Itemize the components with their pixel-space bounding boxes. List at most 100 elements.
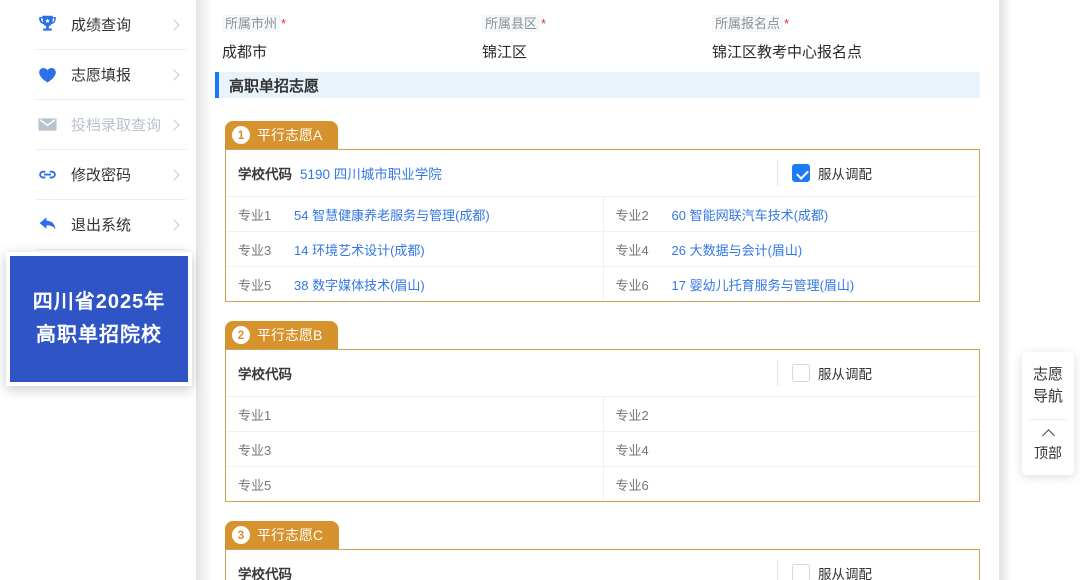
sidebar-item-change-password[interactable]: 修改密码 <box>0 150 196 199</box>
major-label: 专业2 <box>615 407 649 423</box>
card-b-tab: 2 平行志愿B <box>225 321 339 349</box>
vertical-divider <box>777 160 778 186</box>
major-cell: 专业6 <box>602 466 979 501</box>
sidebar-item-label: 投档录取查询 <box>71 117 162 134</box>
chevron-right-icon <box>168 218 180 231</box>
school-code-label: 学校代码 <box>238 567 292 580</box>
banner-line1: 四川省2025年 <box>32 291 166 313</box>
back-to-top-button[interactable]: 顶部 <box>1022 429 1074 463</box>
card-title: 平行志愿C <box>257 527 324 543</box>
major-value[interactable]: 38 数字媒体技术(眉山) <box>294 275 591 294</box>
obey-label: 服从调配 <box>818 367 872 382</box>
school-code-label: 学校代码 <box>238 167 292 182</box>
school-code-row: 学校代码 服从调配 <box>226 350 979 396</box>
major-value[interactable]: 26 大数据与会计(眉山) <box>672 240 968 259</box>
major-cell: 专业1 <box>226 396 603 431</box>
obey-label: 服从调配 <box>818 567 872 580</box>
school-code-row: 学校代码 5190 四川城市职业学院 服从调配 <box>226 150 979 196</box>
vertical-divider <box>777 560 778 580</box>
city-field-value[interactable]: 成都市 <box>222 41 482 62</box>
page: 成绩查询 志愿填报 投档录取查询 修改密码 退出系统 四川省2025年 高职单招… <box>0 0 1080 580</box>
vertical-divider <box>777 360 778 386</box>
required-asterisk: * <box>541 16 547 31</box>
parallel-choice-card-c: 3 平行志愿C 学校代码 服从调配 <box>225 521 980 580</box>
registration-point-field-value[interactable]: 锦江区教考中心报名点 <box>712 41 862 62</box>
chevron-right-icon <box>168 68 180 81</box>
major-value[interactable] <box>672 442 968 456</box>
school-code-label: 学校代码 <box>238 367 292 382</box>
major-value[interactable] <box>672 407 968 421</box>
major-label: 专业3 <box>238 442 272 458</box>
floating-nav: 志愿 导航 顶部 <box>1022 352 1074 475</box>
major-cell: 专业3 <box>226 431 603 466</box>
sidebar-item-label: 修改密码 <box>71 167 132 184</box>
major-label: 专业5 <box>238 277 272 293</box>
sidebar-item-logout[interactable]: 退出系统 <box>0 200 196 249</box>
major-cell: 专业5 38 数字媒体技术(眉山) <box>226 266 603 301</box>
field-registration-point: 所属报名点 * 锦江区教考中心报名点 <box>712 13 862 62</box>
card-b-body: 学校代码 服从调配 专业1 专业2 专业3 专业4 专业5 专业6 <box>225 349 980 502</box>
card-number-badge: 3 <box>232 526 250 544</box>
major-value[interactable] <box>294 407 591 421</box>
registration-fields: 所属市州 * 成都市 所属县区 * 锦江区 所属报名点 * 锦江区教考中心报名点 <box>215 0 1000 62</box>
obey-checkbox[interactable] <box>792 164 810 182</box>
school-code-value[interactable]: 5190 四川城市职业学院 <box>300 163 442 183</box>
obey-adjustment-group: 服从调配 <box>777 560 872 580</box>
back-arrow-icon <box>36 214 58 236</box>
major-value[interactable]: 14 环境艺术设计(成都) <box>294 240 591 259</box>
parallel-choice-card-b: 2 平行志愿B 学校代码 服从调配 专业1 专业2 专业3 专业4 专业5 专业… <box>225 321 980 502</box>
field-label: 所属县区 * <box>482 13 712 32</box>
majors-grid: 专业1 专业2 专业3 专业4 专业5 专业6 <box>226 396 979 501</box>
field-county: 所属县区 * 锦江区 <box>482 13 712 62</box>
field-label: 所属市州 * <box>222 13 482 32</box>
major-label: 专业6 <box>615 477 649 493</box>
heart-icon <box>36 64 58 86</box>
sidebar-item-label: 志愿填报 <box>71 67 132 84</box>
section-title-bar: 高职单招志愿 <box>215 72 980 98</box>
major-value[interactable] <box>672 477 968 491</box>
major-label: 专业4 <box>615 442 649 458</box>
major-value[interactable]: 17 婴幼儿托育服务与管理(眉山) <box>672 275 968 294</box>
nav-label-line1: 志愿 <box>1032 366 1063 383</box>
link-icon <box>36 164 58 186</box>
sidebar-divider <box>36 249 186 250</box>
content-left-divider <box>196 0 212 580</box>
card-title: 平行志愿B <box>257 327 323 343</box>
major-label: 专业6 <box>615 277 649 293</box>
sidebar: 成绩查询 志愿填报 投档录取查询 修改密码 退出系统 四川省2025年 高职单招… <box>0 0 196 580</box>
county-field-value[interactable]: 锦江区 <box>482 41 712 62</box>
main-content: 所属市州 * 成都市 所属县区 * 锦江区 所属报名点 * 锦江区教考中心报名点 高职… <box>215 0 1000 580</box>
major-cell: 专业1 54 智慧健康养老服务与管理(成都) <box>226 196 603 231</box>
sidebar-item-volunteer-fill[interactable]: 志愿填报 <box>0 50 196 99</box>
chevron-right-icon <box>168 18 180 31</box>
major-cell: 专业3 14 环境艺术设计(成都) <box>226 231 603 266</box>
major-value[interactable] <box>294 442 591 456</box>
obey-adjustment-group: 服从调配 <box>777 360 872 386</box>
card-a-body: 学校代码 5190 四川城市职业学院 服从调配 专业1 54 智慧健康养老服务与管… <box>225 149 980 302</box>
major-label: 专业2 <box>615 207 649 223</box>
card-a-tab: 1 平行志愿A <box>225 121 339 149</box>
card-c-body: 学校代码 服从调配 <box>225 549 980 580</box>
major-cell: 专业6 17 婴幼儿托育服务与管理(眉山) <box>602 266 979 301</box>
sidebar-item-score-query[interactable]: 成绩查询 <box>0 0 196 49</box>
sidebar-item-admission-query[interactable]: 投档录取查询 <box>0 100 196 149</box>
sidebar-item-label: 退出系统 <box>71 217 132 234</box>
major-cell: 专业4 <box>602 431 979 466</box>
chevron-up-icon <box>1041 429 1055 442</box>
chevron-right-icon <box>168 118 180 131</box>
field-city: 所属市州 * 成都市 <box>222 13 482 62</box>
major-value[interactable]: 54 智慧健康养老服务与管理(成都) <box>294 205 591 224</box>
card-c-tab: 3 平行志愿C <box>225 521 340 549</box>
chevron-right-icon <box>168 168 180 181</box>
major-cell: 专业2 60 智能网联汽车技术(成都) <box>602 196 979 231</box>
obey-checkbox[interactable] <box>792 364 810 382</box>
volunteer-nav-button[interactable]: 志愿 导航 <box>1022 364 1074 408</box>
parallel-choice-card-a: 1 平行志愿A 学校代码 5190 四川城市职业学院 服从调配 专业1 54 智慧… <box>225 121 980 302</box>
obey-checkbox[interactable] <box>792 564 810 580</box>
major-value[interactable]: 60 智能网联汽车技术(成都) <box>672 205 968 224</box>
required-asterisk: * <box>281 16 287 31</box>
obey-adjustment-group: 服从调配 <box>777 160 872 186</box>
content-right-divider <box>999 0 1011 580</box>
major-value[interactable] <box>294 477 591 491</box>
back-to-top-label: 顶部 <box>1034 445 1062 461</box>
